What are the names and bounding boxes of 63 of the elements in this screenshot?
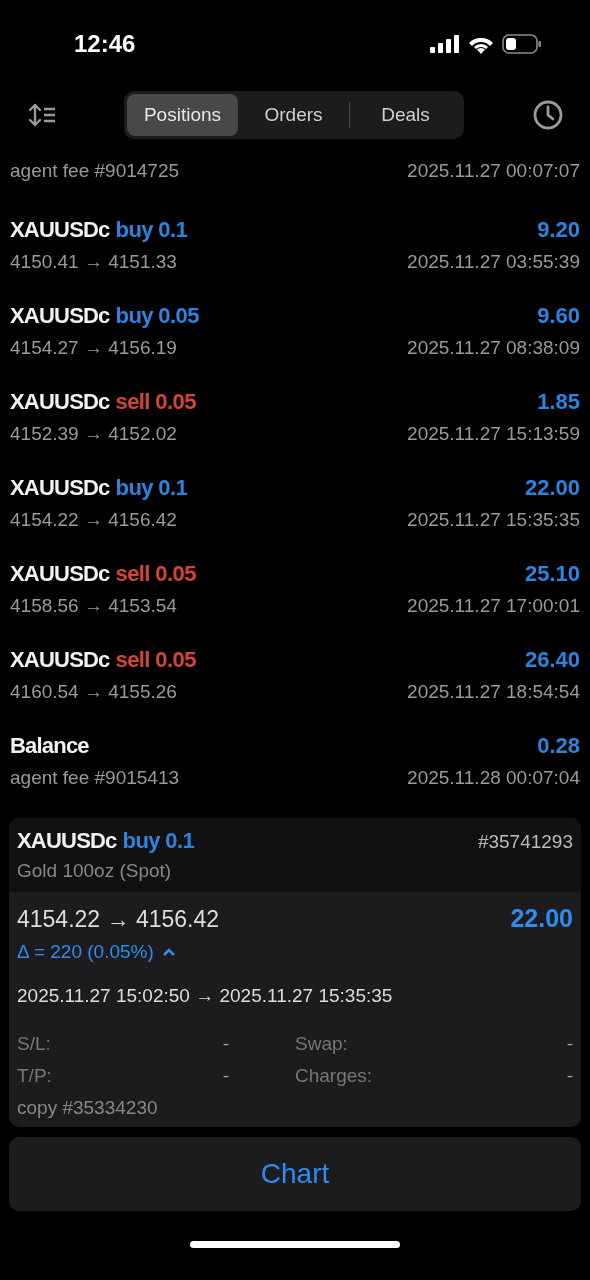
symbol-label: XAUUSDc: [10, 389, 110, 415]
open-close-times: 2025.11.27 15:02:50 → 2025.11.27 15:35:35: [17, 985, 394, 1007]
ticket-number: #35741293: [477, 831, 573, 853]
field-label: Charges:: [295, 1065, 373, 1087]
symbol-description: Gold 100oz (Spot): [17, 860, 173, 882]
symbol-label: XAUUSDc: [10, 561, 110, 587]
delta-value: Δ = 220 (0.05%): [17, 941, 154, 963]
tab[interactable]: Positions: [127, 94, 238, 136]
deal-title: Balance: [10, 733, 89, 759]
clock-icon[interactable]: [532, 99, 564, 131]
field-value: -: [566, 1033, 573, 1055]
field-label: S/L:: [17, 1033, 51, 1055]
volume-label: buy 0.1: [122, 828, 195, 854]
volume-label: sell 0.05: [115, 389, 196, 415]
field-label: Swap:: [295, 1033, 348, 1055]
deal-time: 2025.11.27 08:38:09: [407, 337, 580, 359]
deal-time: 2025.11.27 18:54:54: [407, 681, 580, 703]
field-value: -: [222, 1065, 229, 1087]
profit-value: 26.40: [524, 647, 580, 673]
symbol-label: XAUUSDc: [17, 828, 117, 854]
symbol-label: XAUUSDc: [10, 475, 110, 501]
deal-time: 2025.11.27 00:07:07: [407, 160, 580, 182]
profit-value: 22.00: [510, 904, 573, 933]
volume-label: sell 0.05: [115, 647, 196, 673]
chart-button[interactable]: Chart: [9, 1137, 581, 1211]
profit-value: 22.00: [524, 475, 580, 501]
profit-value: 9.20: [537, 217, 580, 243]
profit-value: 25.10: [524, 561, 580, 587]
deal-time: 2025.11.27 17:00:01: [407, 595, 580, 617]
volume-label: buy 0.1: [115, 217, 188, 243]
chevron-up-icon[interactable]: [161, 947, 176, 957]
signal-icon: [430, 35, 460, 53]
deal-time: 2025.11.27 15:13:59: [407, 423, 580, 445]
deal-comment: agent fee #9014725: [10, 160, 180, 182]
deal-comment: agent fee #9015413: [10, 767, 180, 789]
profit-value: 9.60: [537, 303, 580, 329]
field-value: -: [222, 1033, 229, 1055]
volume-label: buy 0.05: [115, 303, 199, 329]
profit-value: 1.85: [537, 389, 580, 415]
price-range: 4150.41 → 4151.33: [10, 251, 177, 273]
tab[interactable]: Orders: [238, 94, 349, 136]
tab[interactable]: Deals: [350, 94, 461, 136]
status-time: 12:46: [74, 30, 136, 58]
deal-time: 2025.11.27 03:55:39: [407, 251, 580, 273]
deal-time: 2025.11.27 15:35:35: [407, 509, 580, 531]
sort-icon[interactable]: [28, 103, 56, 127]
deal-time: 2025.11.28 00:07:04: [407, 767, 580, 789]
price-range: 4154.27 → 4156.19: [10, 337, 177, 359]
symbol-label: XAUUSDc: [10, 647, 110, 673]
price-range: 4154.22 → 4156.42: [10, 509, 177, 531]
profit-value: 0.28: [537, 733, 580, 759]
symbol-label: XAUUSDc: [10, 217, 110, 243]
volume-label: buy 0.1: [115, 475, 188, 501]
price-range: 4152.39 → 4152.02: [10, 423, 177, 445]
price-range: 4158.56 → 4153.54: [10, 595, 177, 617]
price-range: 4154.22 → 4156.42: [17, 906, 220, 933]
deal-comment: copy #35334230: [17, 1097, 159, 1119]
field-label: T/P:: [17, 1065, 52, 1087]
symbol-label: XAUUSDc: [10, 303, 110, 329]
price-range: 4160.54 → 4155.26: [10, 681, 177, 703]
volume-label: sell 0.05: [115, 561, 196, 587]
field-value: -: [566, 1065, 573, 1087]
battery-icon: [502, 34, 542, 54]
